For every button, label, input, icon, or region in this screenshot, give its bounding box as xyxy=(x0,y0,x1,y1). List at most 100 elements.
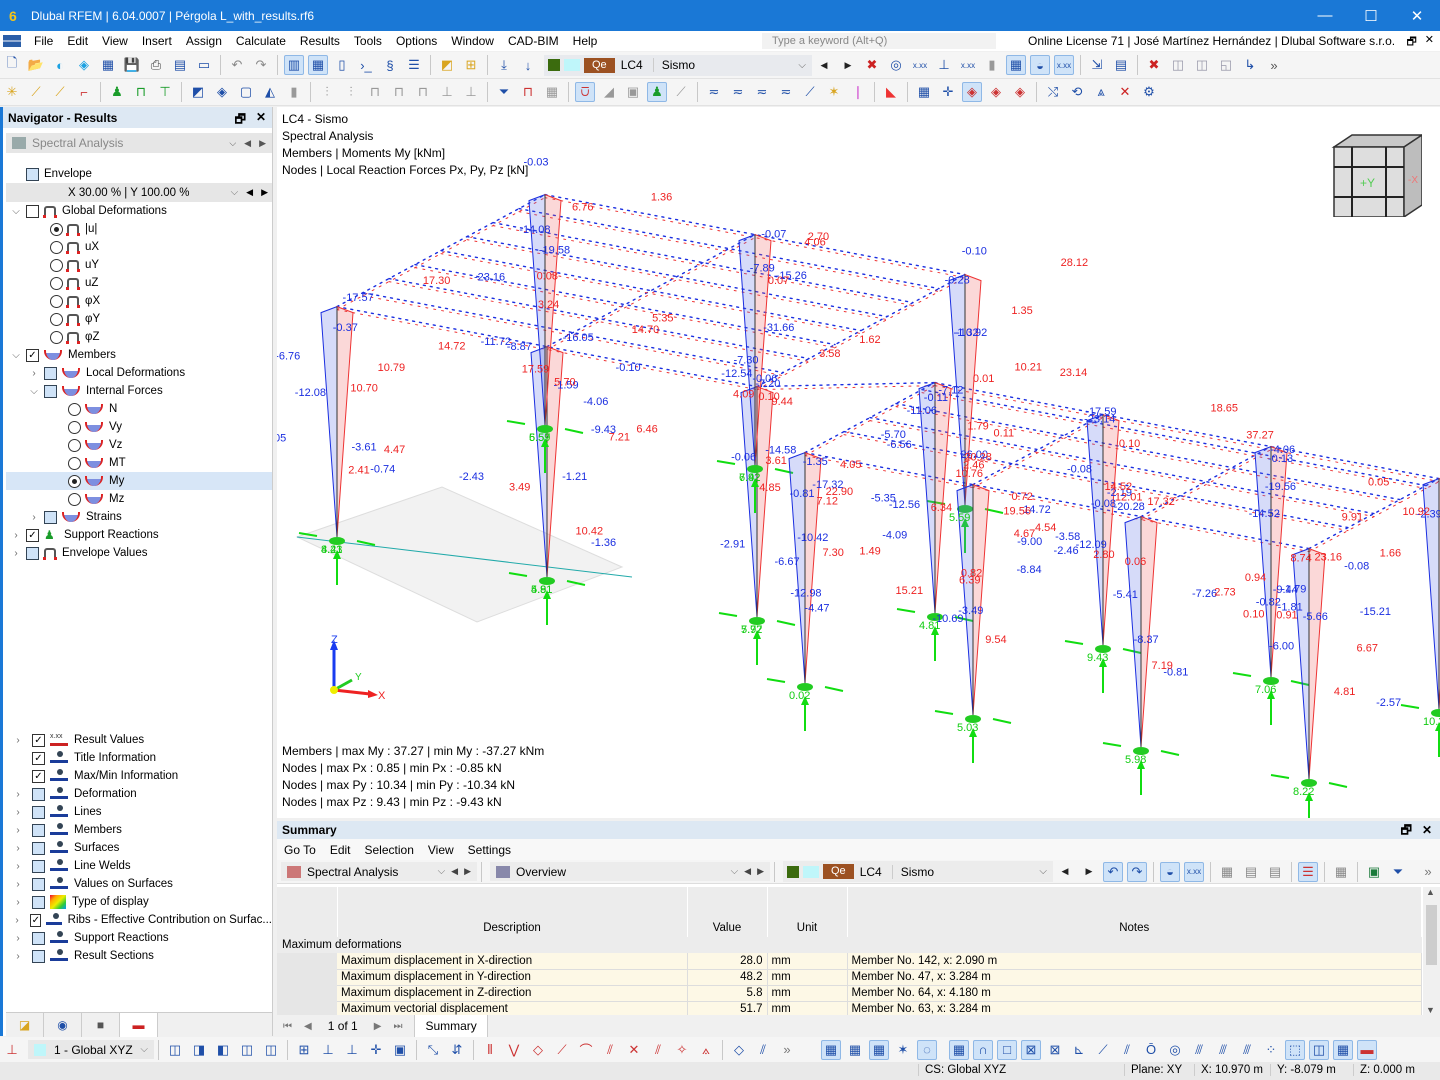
print-icon[interactable]: ⎙ xyxy=(146,55,166,75)
color-scale-icon[interactable]: ◣ xyxy=(881,82,901,102)
chevron-right-icon[interactable]: › xyxy=(12,789,24,800)
navigator-toggle-icon[interactable]: ▥ xyxy=(284,55,304,75)
snap-misc-icon[interactable]: ⫻ xyxy=(1189,1040,1209,1060)
rotate-icon[interactable]: ⟲ xyxy=(1067,82,1087,102)
tree-item[interactable]: φZ xyxy=(6,328,272,346)
line-tool2-icon[interactable]: ⋁ xyxy=(504,1040,524,1060)
chevron-right-icon[interactable]: › xyxy=(10,548,22,559)
scale-icon[interactable]: ▤ xyxy=(1111,55,1131,75)
chevron-down-icon[interactable]: ⌵ xyxy=(28,386,40,397)
checkbox[interactable]: ✓ xyxy=(32,751,45,765)
checkbox[interactable] xyxy=(32,895,45,909)
close-doc-icon[interactable]: ✕ xyxy=(1425,33,1434,52)
checkbox[interactable] xyxy=(32,859,45,873)
chevron-right-icon[interactable]: › xyxy=(12,879,24,890)
tree-item[interactable]: φX xyxy=(6,292,272,310)
column-header-description[interactable]: Description xyxy=(337,903,688,937)
member-icon[interactable]: ⟋ xyxy=(50,82,70,102)
close-button[interactable]: ✕ xyxy=(1394,0,1440,31)
column-header-value[interactable]: Value xyxy=(687,903,768,937)
line-tool7-icon[interactable]: ⫽ xyxy=(648,1040,668,1060)
mirror-icon[interactable]: ⩓ xyxy=(1091,82,1111,102)
tab-summary[interactable]: Summary xyxy=(414,1015,488,1037)
prev-icon[interactable]: ◀ xyxy=(246,187,253,198)
cross-box2-icon[interactable]: ⊠ xyxy=(1045,1040,1065,1060)
radio-button[interactable] xyxy=(50,330,63,344)
checkbox[interactable]: ✓ xyxy=(32,733,45,747)
web-service-icon[interactable]: ◈ xyxy=(74,55,94,75)
clipping-icon[interactable]: ▣ xyxy=(390,1040,410,1060)
line-tool6-icon[interactable]: ✕ xyxy=(624,1040,644,1060)
checkbox[interactable] xyxy=(26,546,39,560)
chevron-right-icon[interactable]: › xyxy=(12,897,24,908)
chevron-right-icon[interactable]: › xyxy=(12,735,24,746)
radio-button[interactable] xyxy=(68,474,81,488)
circle-icon[interactable]: ◎ xyxy=(1165,1040,1185,1060)
cross-box-icon[interactable]: ⊠ xyxy=(1021,1039,1041,1060)
checkbox[interactable]: ✓ xyxy=(26,348,39,362)
menu-calculate[interactable]: Calculate xyxy=(229,34,293,48)
line-tool8-icon[interactable]: ✧ xyxy=(672,1040,692,1060)
table-grid-icon[interactable]: ▦ xyxy=(1217,862,1237,882)
view-iso3-icon[interactable]: ◈ xyxy=(1010,82,1030,102)
chevron-right-icon[interactable]: › xyxy=(12,933,24,944)
checkbox[interactable] xyxy=(44,384,57,398)
frame3-icon[interactable]: ⊓ xyxy=(413,82,433,102)
tab-views-icon[interactable]: ■ xyxy=(82,1013,120,1037)
table-view-icon[interactable]: ▦ xyxy=(1331,862,1351,882)
workplane-icon[interactable]: ◇ xyxy=(729,1040,749,1060)
menu-view[interactable]: View xyxy=(95,34,135,48)
opening-icon[interactable]: ▢ xyxy=(236,82,256,102)
select-in-table-icon[interactable]: ↷ xyxy=(1127,861,1147,882)
move-icon[interactable]: ⤭ xyxy=(1043,82,1063,102)
close-navigator-icon[interactable]: ✕ xyxy=(256,110,266,131)
support-reactions-icon[interactable]: ♟ xyxy=(647,82,667,102)
coord-system-icon[interactable]: ⊥ xyxy=(2,1040,22,1060)
display-item[interactable]: › Line Welds xyxy=(6,857,272,875)
workplane2-icon[interactable]: ⫽ xyxy=(753,1040,773,1060)
tab-results-icon[interactable]: ▬ xyxy=(120,1013,158,1037)
chevron-right-icon[interactable]: › xyxy=(28,512,40,523)
model-info-icon[interactable]: ▦ xyxy=(98,55,118,75)
chevron-right-icon[interactable]: › xyxy=(28,368,40,379)
checkbox[interactable] xyxy=(44,510,57,524)
next-page-icon[interactable]: ▶ xyxy=(374,1021,382,1032)
checkbox[interactable]: ✓ xyxy=(30,913,42,927)
radio-button[interactable] xyxy=(68,420,81,434)
checkbox[interactable] xyxy=(32,949,45,963)
redo-icon[interactable]: ↷ xyxy=(251,55,271,75)
prev-icon[interactable]: ◀ xyxy=(451,866,458,877)
checkbox[interactable] xyxy=(32,823,45,837)
report-icon[interactable]: ▤ xyxy=(170,55,190,75)
values2-icon[interactable]: x.xx xyxy=(958,55,978,75)
table-row[interactable]: Maximum displacement in X-direction 28.0… xyxy=(277,953,1422,970)
radio-button[interactable] xyxy=(50,222,63,236)
tree-item[interactable]: › Local Deformations xyxy=(6,364,272,382)
model-viewport[interactable]: LC4 - Sismo Spectral Analysis Members | … xyxy=(277,107,1440,818)
summary-menu-goto[interactable]: Go To xyxy=(277,843,323,857)
transparent-icon[interactable]: ▮ xyxy=(982,55,1002,75)
tree-item[interactable]: › Strains xyxy=(6,508,272,526)
display-item[interactable]: › Members xyxy=(6,821,272,839)
tree-item[interactable]: ⌵ Internal Forces xyxy=(6,382,272,400)
show-results-icon[interactable]: ◒ xyxy=(1160,861,1180,882)
scroll-up-icon[interactable]: ▲ xyxy=(1426,887,1435,897)
display-item[interactable]: › Type of display xyxy=(6,893,272,911)
tree-item[interactable]: uZ xyxy=(6,274,272,292)
first-page-icon[interactable]: ⏮ xyxy=(283,1021,292,1032)
table-add2-icon[interactable]: ▤ xyxy=(1265,862,1285,882)
restore-icon[interactable]: 🗗 xyxy=(1406,33,1416,52)
view-grid-icon[interactable]: ▦ xyxy=(1333,1039,1353,1060)
result-line-icon[interactable]: ≂ xyxy=(704,82,724,102)
frame2-icon[interactable]: ⊓ xyxy=(389,82,409,102)
snap-object-icon[interactable]: ▦ xyxy=(845,1040,865,1060)
tree-item[interactable]: › Envelope Values xyxy=(6,544,272,562)
parallel-icon[interactable]: ⫽ xyxy=(1117,1040,1137,1060)
tab-display-icon[interactable]: ◉ xyxy=(44,1013,82,1037)
snap-misc2-icon[interactable]: ⫻ xyxy=(1213,1040,1233,1060)
rectangle-icon[interactable]: □ xyxy=(997,1039,1017,1060)
member-set-icon[interactable]: ⊥ xyxy=(437,82,457,102)
load-icon[interactable]: ↓ xyxy=(518,55,538,75)
checkbox[interactable] xyxy=(44,366,57,380)
snap-grid-icon[interactable]: ▦ xyxy=(821,1039,841,1060)
